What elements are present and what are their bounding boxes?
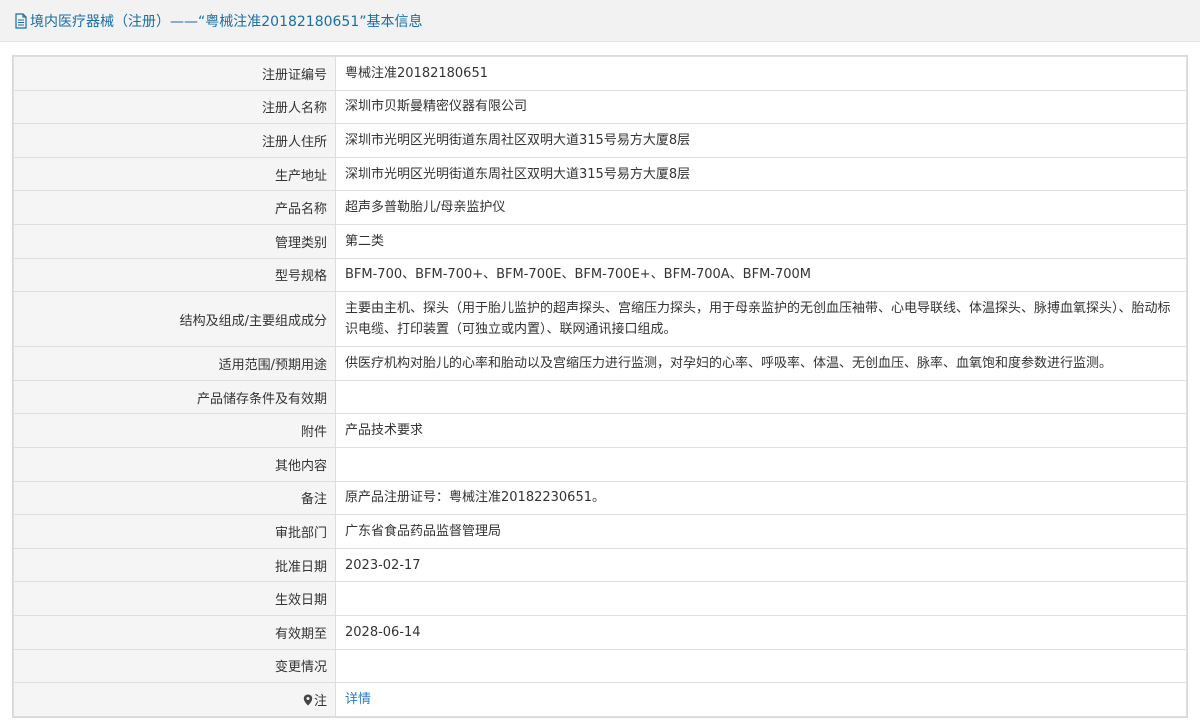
row-label: 产品储存条件及有效期	[13, 379, 336, 415]
details-link[interactable]: 详情	[345, 692, 371, 707]
row-label: 备注	[13, 480, 336, 516]
table-row: 产品储存条件及有效期	[13, 379, 1187, 415]
row-label: 注册人名称	[13, 89, 336, 125]
row-label: 管理类别	[13, 223, 336, 259]
page-title: 境内医疗器械（注册）——“粤械注准20182180651”基本信息	[30, 13, 423, 30]
row-label: 结构及组成/主要组成成分	[13, 291, 336, 348]
row-label: 审批部门	[13, 514, 336, 549]
row-label: 生效日期	[13, 581, 336, 616]
row-value: 广东省食品药品监督管理局	[335, 514, 1187, 549]
row-label: 产品名称	[13, 190, 336, 225]
row-value	[335, 648, 1187, 684]
row-value	[335, 581, 1187, 616]
table-row: 变更情况	[13, 648, 1187, 684]
table-row: 附件 产品技术要求	[13, 413, 1187, 448]
row-value: 2023-02-17	[335, 547, 1187, 583]
table-row: 结构及组成/主要组成成分 主要由主机、探头（用于胎儿监护的超声探头、宫缩压力探头…	[13, 291, 1187, 348]
table-row: 生效日期	[13, 581, 1187, 616]
table-row: 注册人名称 深圳市贝斯曼精密仪器有限公司	[13, 89, 1187, 125]
row-value: 供医疗机构对胎儿的心率和胎动以及宫缩压力进行监测，对孕妇的心率、呼吸率、体温、无…	[335, 346, 1187, 381]
note-label: 注	[313, 693, 327, 709]
row-value: 深圳市光明区光明街道东周社区双明大道315号易方大厦8层	[335, 123, 1187, 158]
note-value-cell: 详情	[335, 682, 1187, 717]
row-value: BFM-700、BFM-700+、BFM-700E、BFM-700E+、BFM-…	[335, 257, 1187, 293]
table-row: 批准日期 2023-02-17	[13, 547, 1187, 583]
row-value: 粤械注准20182180651	[335, 56, 1187, 91]
table-row: 审批部门 广东省食品药品监督管理局	[13, 514, 1187, 549]
row-value	[335, 379, 1187, 415]
info-table-container: 注册证编号 粤械注准20182180651 注册人名称 深圳市贝斯曼精密仪器有限…	[12, 55, 1188, 718]
row-value: 第二类	[335, 223, 1187, 259]
row-label: 变更情况	[13, 648, 336, 684]
row-label: 有效期至	[13, 614, 336, 650]
table-row: 备注 原产品注册证号：粤械注准20182230651。	[13, 480, 1187, 516]
row-value: 深圳市光明区光明街道东周社区双明大道315号易方大厦8层	[335, 156, 1187, 192]
row-label: 适用范围/预期用途	[13, 346, 336, 381]
map-pin-icon	[303, 694, 313, 706]
row-value	[335, 446, 1187, 482]
table-row: 型号规格 BFM-700、BFM-700+、BFM-700E、BFM-700E+…	[13, 257, 1187, 293]
table-row: 其他内容	[13, 446, 1187, 482]
row-label: 其他内容	[13, 446, 336, 482]
row-label: 批准日期	[13, 547, 336, 583]
row-value: 2028-06-14	[335, 614, 1187, 650]
row-value: 深圳市贝斯曼精密仪器有限公司	[335, 89, 1187, 125]
row-value: 主要由主机、探头（用于胎儿监护的超声探头、宫缩压力探头，用于母亲监护的无创血压袖…	[335, 291, 1187, 348]
table-row: 注册证编号 粤械注准20182180651	[13, 56, 1187, 91]
page-title-bar: 境内医疗器械（注册）——“粤械注准20182180651”基本信息	[0, 0, 1200, 42]
row-label: 注册证编号	[13, 56, 336, 91]
table-row: 有效期至 2028-06-14	[13, 614, 1187, 650]
table-row: 产品名称 超声多普勒胎儿/母亲监护仪	[13, 190, 1187, 225]
row-value: 产品技术要求	[335, 413, 1187, 448]
table-row: 注册人住所 深圳市光明区光明街道东周社区双明大道315号易方大厦8层	[13, 123, 1187, 158]
row-label: 生产地址	[13, 156, 336, 192]
info-table: 注册证编号 粤械注准20182180651 注册人名称 深圳市贝斯曼精密仪器有限…	[13, 56, 1187, 717]
row-label: 注册人住所	[13, 123, 336, 158]
row-label: 型号规格	[13, 257, 336, 293]
table-row: 管理类别 第二类	[13, 223, 1187, 259]
row-value: 原产品注册证号：粤械注准20182230651。	[335, 480, 1187, 516]
table-row: 适用范围/预期用途 供医疗机构对胎儿的心率和胎动以及宫缩压力进行监测，对孕妇的心…	[13, 346, 1187, 381]
document-icon	[15, 12, 27, 29]
row-label: 附件	[13, 413, 336, 448]
note-row: 注 详情	[13, 682, 1187, 717]
table-row: 生产地址 深圳市光明区光明街道东周社区双明大道315号易方大厦8层	[13, 156, 1187, 192]
row-value: 超声多普勒胎儿/母亲监护仪	[335, 190, 1187, 225]
note-label-cell: 注	[13, 682, 336, 717]
